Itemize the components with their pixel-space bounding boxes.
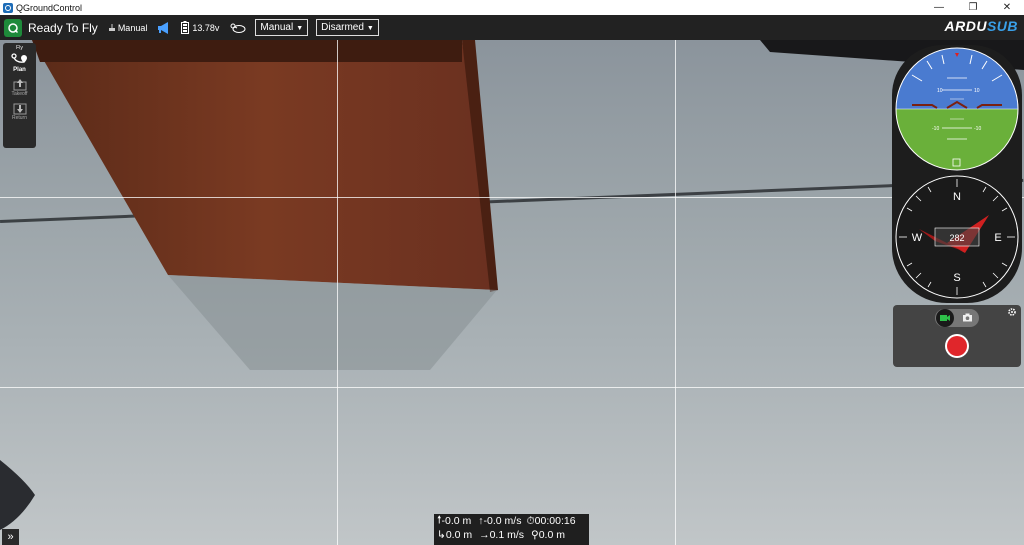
compass-east-label: E <box>994 232 1001 244</box>
battery-indicator[interactable]: 13.78v <box>181 21 219 34</box>
distance-arrow-icon: ↳ <box>437 529 446 541</box>
distance-value: 0.0 m <box>445 529 473 541</box>
telemetry-bar: 🠕 -0.0 m ↑ -0.0 m/s ⏱ 00:00:16 ↳ 0.0 m →… <box>434 514 589 545</box>
takeoff-icon <box>13 79 26 91</box>
video-feed[interactable] <box>0 40 1024 545</box>
camera-control-panel <box>893 305 1021 367</box>
pitch-label: 10 <box>974 88 980 94</box>
qgroundcontrol-app-icon <box>3 2 13 13</box>
window-titlebar: QGroundControl — ❐ ✕ <box>0 0 1024 15</box>
joystick-icon <box>108 23 115 31</box>
pitch-label: -10 <box>932 126 939 132</box>
vehicle-status[interactable]: Ready To Fly <box>28 21 98 35</box>
qgc-logo-icon <box>8 22 19 33</box>
toolstrip-header: Fly <box>16 45 23 51</box>
plan-icon <box>10 53 27 63</box>
grid-line-vertical <box>337 40 338 545</box>
horizontal-speed-arrow-icon: → <box>479 529 490 541</box>
pitch-label: -10 <box>974 126 981 132</box>
grid-line-horizontal <box>0 387 1024 388</box>
flight-mode-dropdown[interactable]: Manual ▼ <box>255 19 309 36</box>
minimize-button[interactable]: — <box>922 0 956 15</box>
compass-west-label: W <box>912 232 923 244</box>
video-mode-button[interactable] <box>936 309 954 327</box>
compass-south-label: S <box>953 272 960 284</box>
telemetry-row: 🠕 -0.0 m ↑ -0.0 m/s ⏱ 00:00:16 <box>434 514 589 528</box>
mode-indicator-label: Manual <box>117 22 148 33</box>
camera-settings-gear-icon[interactable] <box>1008 308 1016 316</box>
arm-state-value: Disarmed <box>321 22 364 33</box>
messages-indicator[interactable] <box>157 21 171 35</box>
pitch-label: 10 <box>937 88 943 94</box>
wooden-box <box>0 40 1024 530</box>
horizontal-speed-value: 0.1 m/s <box>489 529 525 541</box>
restore-button[interactable]: ❐ <box>956 0 990 15</box>
flight-time-value: 00:00:16 <box>534 515 576 527</box>
grid-line-vertical <box>675 40 676 545</box>
compass-north-label: N <box>953 191 961 203</box>
brand-right: SUB <box>986 18 1018 34</box>
expand-panel-button[interactable]: » <box>2 529 19 545</box>
instrument-panel: 10 10 -10 -10 282 N S W E <box>892 45 1022 303</box>
battery-icon <box>181 21 190 34</box>
brand-left: ARDU <box>944 18 987 34</box>
instrument-widgets: 10 10 -10 -10 282 N S W E <box>895 47 1019 299</box>
home-distance-value: 0.0 m <box>538 529 565 541</box>
record-button[interactable] <box>945 334 969 358</box>
mode-indicator[interactable]: Manual <box>108 22 148 33</box>
megaphone-icon <box>158 21 169 34</box>
main-toolbar: Ready To Fly Manual 13.78v Manual ▼ Disar… <box>0 15 1024 40</box>
telemetry-row: ↳ 0.0 m → 0.1 m/s ⚲ 0.0 m <box>434 528 589 542</box>
battery-voltage: 13.78v <box>192 22 220 33</box>
chevron-down-icon: ▼ <box>366 25 374 32</box>
window-controls: — ❐ ✕ <box>922 0 1024 15</box>
toolstrip-return-button[interactable]: Return <box>3 102 36 121</box>
vehicle-icon-indicator[interactable] <box>229 22 247 34</box>
arm-dropdown[interactable]: Disarmed ▼ <box>316 19 379 36</box>
toolstrip-plan-button[interactable]: Plan <box>3 53 36 73</box>
compass-heading: 282 <box>949 233 964 243</box>
ardusub-logo: ARDUSUB <box>944 18 1018 34</box>
toolstrip-return-label: Return <box>11 115 27 121</box>
toolstrip-takeoff-label: Takeoff <box>11 91 28 97</box>
timer-icon: ⏱ <box>526 514 535 527</box>
double-chevron-right-icon: » <box>7 531 14 543</box>
home-distance-icon: ⚲ <box>531 529 539 541</box>
chevron-down-icon: ▼ <box>296 25 304 32</box>
qgc-logo-button[interactable] <box>4 18 22 37</box>
grid-line-horizontal <box>0 197 1024 198</box>
attitude-indicator <box>896 48 1018 170</box>
flight-mode-value: Manual <box>260 22 294 33</box>
toolstrip-takeoff-button[interactable]: Takeoff <box>3 78 36 97</box>
altitude-value: -0.0 m <box>441 515 472 527</box>
fly-toolstrip: Fly Plan Takeoff Return <box>3 43 36 148</box>
vertical-speed-value: -0.0 m/s <box>483 515 522 527</box>
close-button[interactable]: ✕ <box>990 0 1024 15</box>
toolstrip-plan-label: Plan <box>13 67 26 73</box>
rov-icon <box>230 23 246 33</box>
camera-controls <box>935 308 1016 358</box>
return-icon <box>13 103 26 115</box>
window-title: QGroundControl <box>16 2 83 13</box>
